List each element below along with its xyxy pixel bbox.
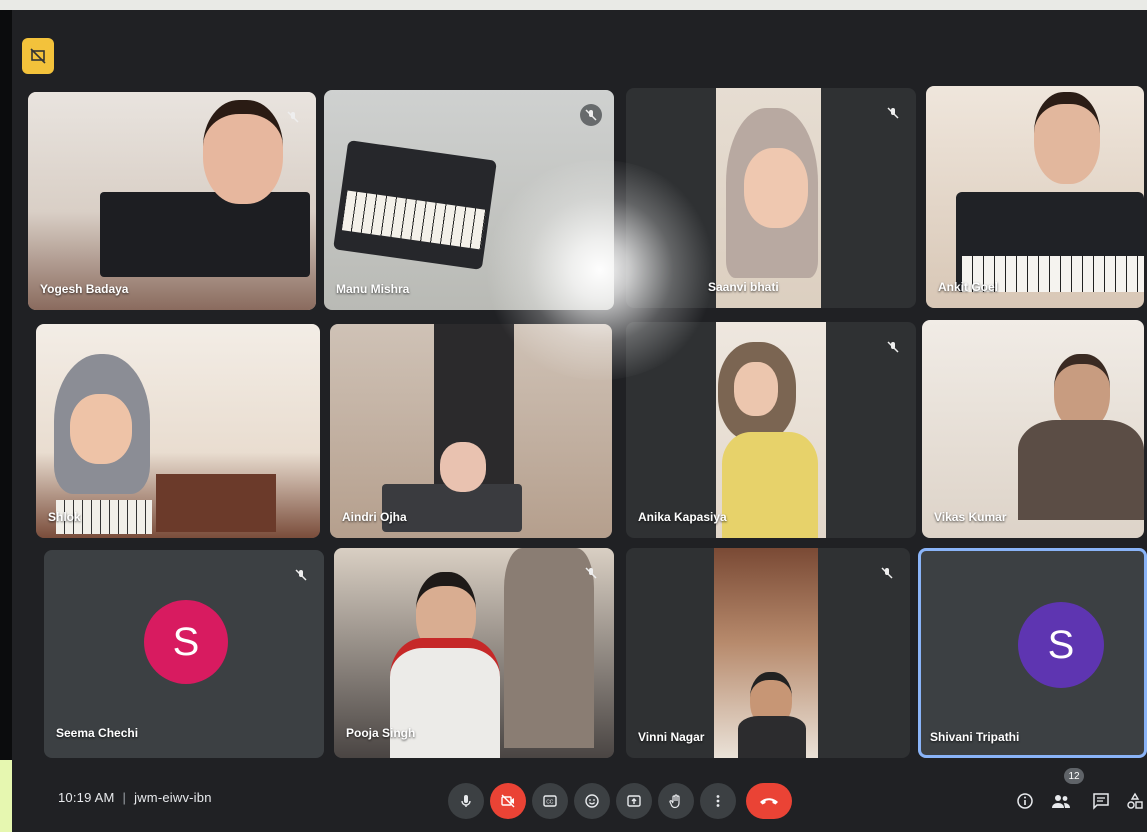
mic-off-icon [282, 106, 304, 128]
raise-hand-icon [669, 794, 680, 809]
child-jacket [722, 432, 818, 538]
participant-tile[interactable]: Shlok [36, 324, 320, 538]
mic-off-icon [882, 102, 904, 124]
participant-name: Shlok [48, 510, 81, 524]
child-face [1054, 354, 1110, 430]
hang-up-icon [760, 798, 778, 805]
participant-name: Anika Kapasiya [638, 510, 727, 524]
meeting-details-button[interactable] [1012, 788, 1038, 814]
microphone-icon [461, 795, 471, 807]
mic-off-icon [876, 562, 898, 584]
recording-badge[interactable] [22, 38, 54, 74]
participant-avatar: S [1018, 602, 1104, 688]
chat-button[interactable] [1088, 788, 1114, 814]
keyboard-instrument [100, 192, 310, 277]
participant-name: Vikas Kumar [934, 510, 1007, 524]
participant-tile[interactable]: Vinni Nagar [626, 548, 910, 758]
chat-icon [1093, 793, 1109, 810]
present-button[interactable] [616, 783, 652, 819]
participant-tile[interactable]: Ankit Goel [926, 86, 1144, 308]
child-face [734, 362, 778, 416]
captions-icon: CC [543, 795, 557, 807]
svg-text:CC: CC [546, 800, 554, 806]
child-face [203, 100, 283, 204]
camera-toggle-button[interactable] [490, 783, 526, 819]
child-face [744, 148, 808, 228]
participant-tile[interactable]: Manu Mishra [324, 90, 614, 310]
people-button[interactable] [1048, 788, 1074, 814]
participant-tile[interactable]: Yogesh Badaya [28, 92, 316, 310]
emoji-button[interactable] [574, 783, 610, 819]
mic-off-icon [580, 562, 602, 584]
participant-name: Seema Chechi [56, 726, 139, 740]
child-face [1034, 92, 1100, 184]
participant-tile[interactable]: Aindri Ojha [330, 324, 612, 538]
meeting-info: 10:19 AM | jwm-eiwv-ibn [58, 790, 212, 805]
activities-icon [1127, 792, 1143, 809]
participant-name: Yogesh Badaya [40, 282, 129, 296]
child-body [738, 716, 806, 758]
participant-tile[interactable]: S Seema Chechi [44, 550, 324, 758]
corner-reflection [0, 760, 12, 832]
child-face [440, 442, 486, 492]
keyboard-instrument [156, 474, 276, 532]
participant-name: Manu Mishra [336, 282, 410, 296]
microphone-button[interactable] [448, 783, 484, 819]
participant-tile[interactable]: Pooja Singh [334, 548, 614, 758]
hang-up-button[interactable] [746, 783, 792, 819]
present-icon [627, 795, 641, 807]
child-body [1018, 420, 1144, 520]
child-face [70, 394, 132, 464]
participant-name: Saanvi bhati [708, 280, 779, 294]
mic-off-icon [882, 336, 904, 358]
more-options-button[interactable] [700, 783, 736, 819]
participant-name: Vinni Nagar [638, 730, 705, 744]
monitor-bezel [0, 10, 12, 832]
participant-name: Shivani Tripathi [930, 730, 1020, 744]
keyboard-instrument [382, 484, 522, 532]
meeting-code: jwm-eiwv-ibn [134, 790, 212, 805]
participant-tile[interactable]: S Shivani Tripathi [918, 548, 1147, 758]
info-icon [1017, 793, 1033, 809]
participant-count-badge: 12 [1064, 768, 1084, 784]
no-display-icon [30, 48, 46, 64]
mic-off-icon [290, 564, 312, 586]
emoji-icon [585, 794, 599, 808]
camera-off-icon [501, 794, 515, 808]
participant-tile[interactable]: Vikas Kumar [922, 320, 1144, 538]
participant-name: Ankit Goel [938, 280, 999, 294]
meeting-time: 10:19 AM [58, 790, 115, 805]
mic-off-icon [580, 104, 602, 126]
meeting-separator: | [122, 790, 127, 805]
more-options-icon [716, 795, 720, 807]
participant-name: Pooja Singh [346, 726, 416, 740]
participant-tile[interactable]: Saanvi bhati [626, 88, 916, 308]
raise-hand-button[interactable] [658, 783, 694, 819]
screen-top-bezel [0, 0, 1147, 10]
captions-button[interactable]: CC [532, 783, 568, 819]
people-icon [1052, 795, 1070, 808]
participant-name: Aindri Ojha [342, 510, 407, 524]
child-jacket [390, 638, 500, 758]
participant-avatar: S [144, 600, 228, 684]
activities-button[interactable] [1124, 788, 1146, 814]
participant-tile[interactable]: Anika Kapasiya [626, 322, 916, 538]
